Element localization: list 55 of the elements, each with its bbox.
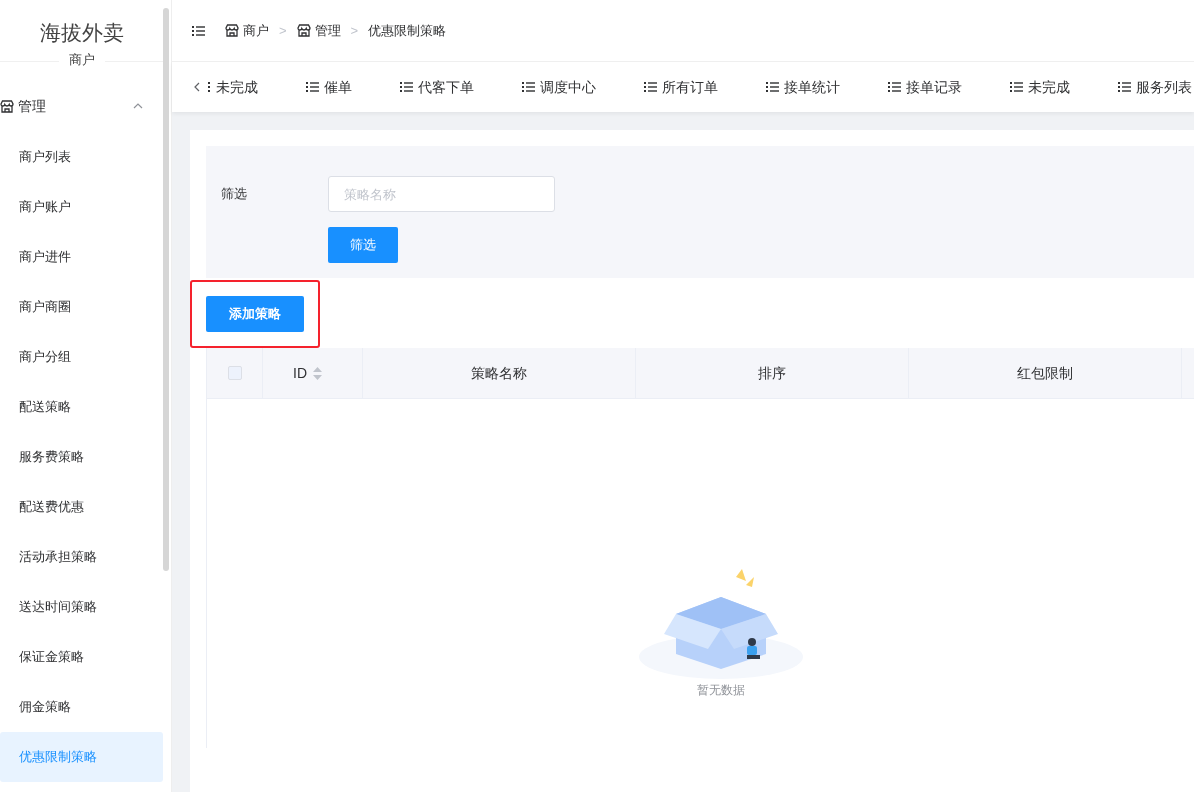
breadcrumb-item[interactable]: 管理 xyxy=(296,20,341,41)
column-header: ID xyxy=(293,363,307,383)
sidebar-item[interactable]: 配送策略 xyxy=(0,382,163,432)
menu-group[interactable]: 管理 xyxy=(0,86,163,126)
breadcrumb-separator: > xyxy=(279,21,287,40)
list-icon xyxy=(1118,81,1131,93)
list-icon xyxy=(306,81,319,93)
column-header: 策略名称 xyxy=(471,363,527,383)
list-icon xyxy=(888,81,901,93)
store-icon xyxy=(225,24,239,37)
chevron-up-icon xyxy=(133,103,143,109)
sidebar-item[interactable]: 保证金策略 xyxy=(0,632,163,682)
page-tab[interactable]: 接单记录 xyxy=(888,76,962,98)
sidebar-item[interactable]: 活动承担策略 xyxy=(0,532,163,582)
sidebar-item[interactable]: 服务费策略 xyxy=(0,432,163,482)
list-icon xyxy=(192,24,205,37)
strategy-name-input[interactable]: 策略名称 xyxy=(328,176,555,212)
store-icon xyxy=(296,24,311,37)
select-all-checkbox[interactable] xyxy=(227,366,242,380)
scrollbar[interactable] xyxy=(163,8,169,571)
page-tab[interactable]: 未完成 xyxy=(1010,76,1070,98)
sidebar-item[interactable]: 送达时间策略 xyxy=(0,582,163,632)
chevron-left-icon[interactable] xyxy=(194,82,200,92)
page-tab[interactable]: 催单 xyxy=(306,76,352,98)
list-icon xyxy=(208,81,211,93)
list-icon xyxy=(522,81,535,93)
sidebar-item[interactable]: 商户进件 xyxy=(0,232,163,282)
sidebar-item[interactable]: 佣金策略 xyxy=(0,682,163,732)
sidebar-item[interactable]: 商户分组 xyxy=(0,332,163,382)
sidebar-item[interactable]: 商户商圈 xyxy=(0,282,163,332)
empty-state-text: 暂无数据 xyxy=(696,682,745,699)
sort-icon[interactable] xyxy=(313,366,322,380)
collapse-menu-icon[interactable] xyxy=(192,24,205,37)
column-header: 排序 xyxy=(758,363,786,383)
page-tab[interactable]: 所有订单 xyxy=(644,76,718,98)
page-tab[interactable]: 调度中心 xyxy=(522,76,596,98)
page-tab[interactable]: 未完成 xyxy=(208,76,258,98)
menu-group-label: 管理 xyxy=(18,96,46,116)
store-icon xyxy=(0,99,14,113)
filter-label: 筛选 xyxy=(221,185,248,204)
list-icon xyxy=(766,81,779,93)
app-title: 海拔外卖 xyxy=(39,22,124,43)
page-tab[interactable]: 接单统计 xyxy=(766,76,840,98)
list-icon xyxy=(644,81,657,93)
sidebar-item[interactable]: 商户列表 xyxy=(0,132,163,182)
page-tab[interactable]: 代客下单 xyxy=(400,76,474,98)
breadcrumb-separator: > xyxy=(350,21,359,40)
list-icon xyxy=(1010,81,1023,93)
sidebar-item[interactable]: 商户账户 xyxy=(0,182,163,232)
list-icon xyxy=(400,81,413,93)
breadcrumb-item: 优惠限制策略 xyxy=(368,21,447,40)
sidebar-item[interactable]: 配送费优惠 xyxy=(0,482,163,532)
breadcrumb-item[interactable]: 商户 xyxy=(225,20,269,41)
page-tab[interactable]: 服务列表 xyxy=(1118,76,1192,98)
column-header: 红包限制 xyxy=(1017,363,1073,383)
